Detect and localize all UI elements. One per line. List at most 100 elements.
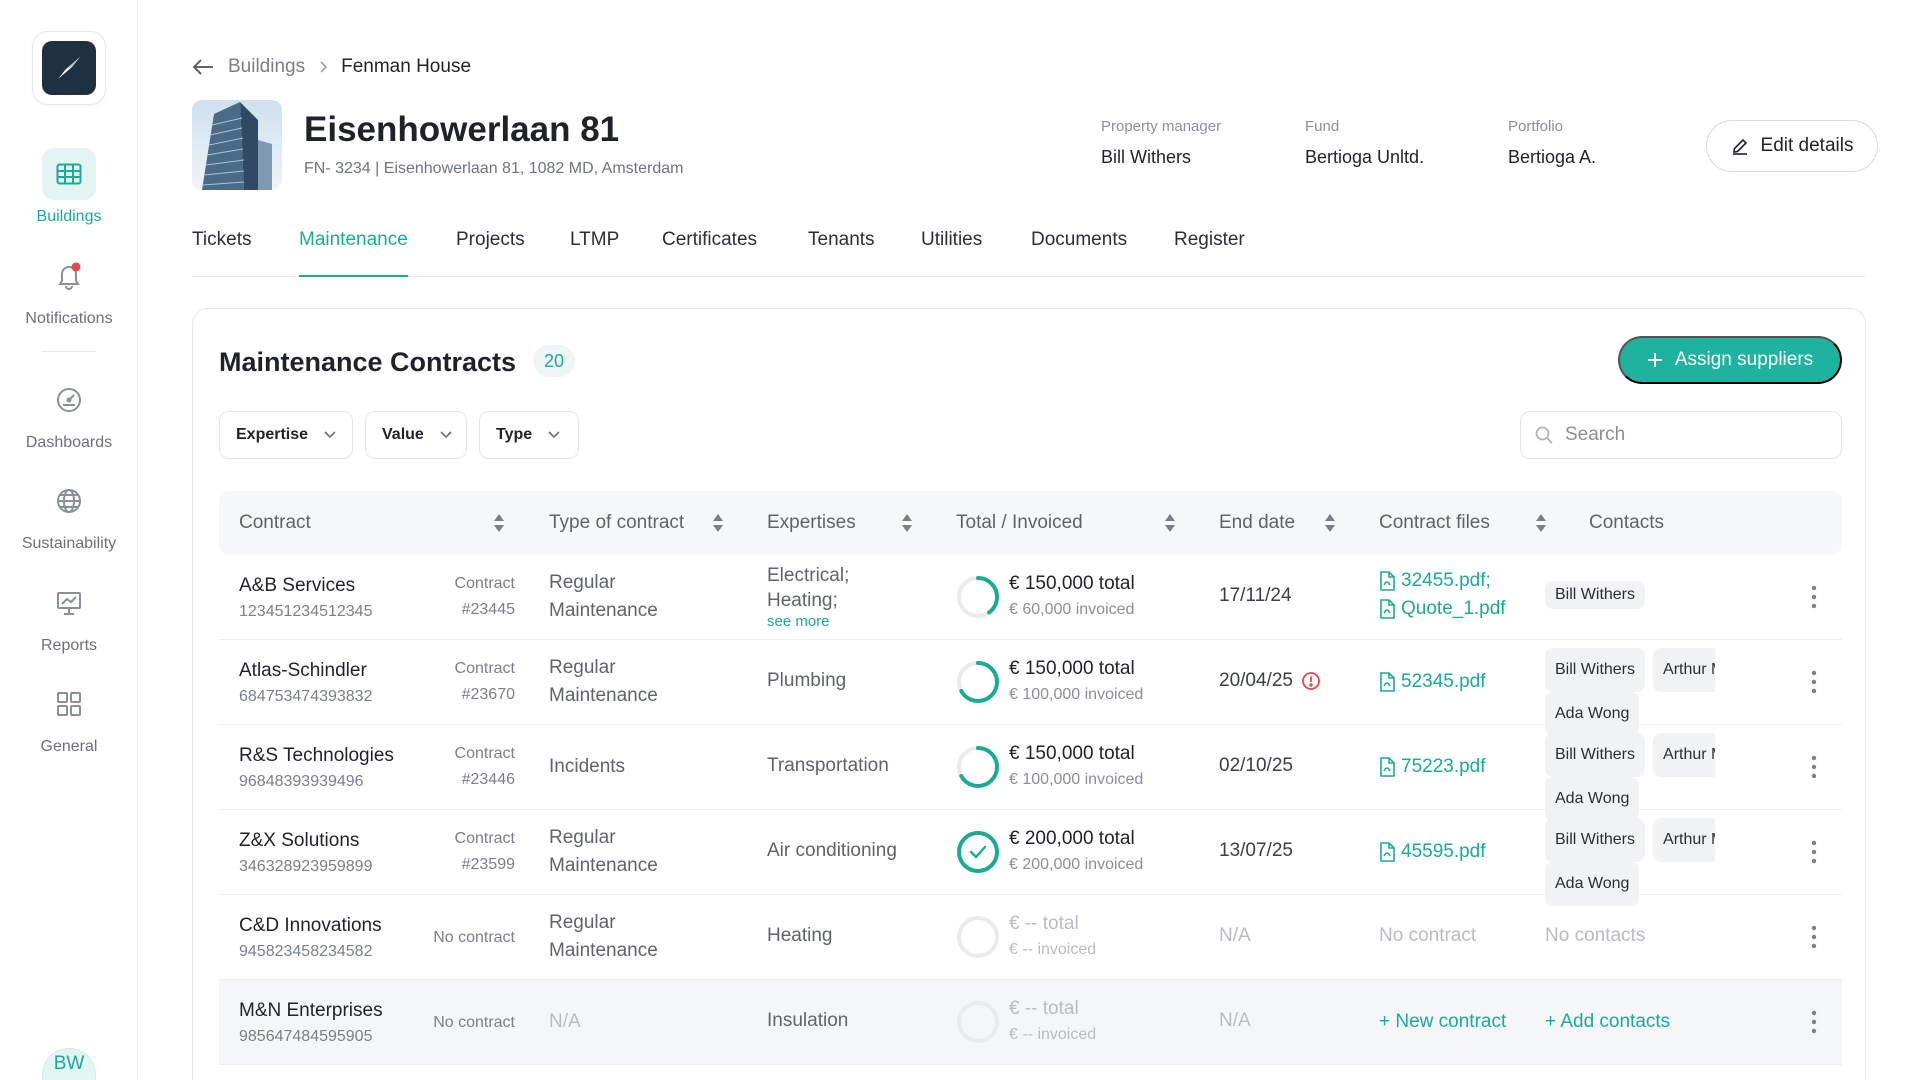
table-row[interactable]: M&N Enterprises 985647484595905 No contr… [219, 980, 1842, 1065]
invoiced-amount: € -- invoiced [1009, 1026, 1097, 1043]
progress-ring [956, 745, 1000, 789]
total-cell: € 200,000 total € 200,000 invoiced [1009, 828, 1143, 874]
contract-ref: No contract [369, 1010, 515, 1036]
new-contract-link[interactable]: + New contract [1379, 1008, 1506, 1036]
tab-projects[interactable]: Projects [456, 229, 525, 277]
sidebar-item-dashboards[interactable]: Dashboards [0, 374, 138, 452]
total-amount: € 150,000 total [1009, 743, 1135, 764]
column-contract[interactable]: Contract [239, 491, 311, 555]
back-arrow-icon[interactable] [192, 58, 214, 76]
column-contract-files[interactable]: Contract files [1379, 491, 1490, 555]
see-more-link[interactable]: see more [767, 613, 849, 631]
end-date: 17/11/24 [1219, 585, 1292, 606]
app-logo[interactable] [32, 31, 106, 105]
add-contacts-link[interactable]: + Add contacts [1545, 1008, 1670, 1036]
filter-type[interactable]: Type [479, 411, 579, 459]
contact-chip[interactable]: Bill Withers [1545, 733, 1646, 777]
tab-register[interactable]: Register [1174, 229, 1245, 277]
invoiced-amount: € 100,000 invoiced [1009, 686, 1144, 703]
sidebar-item-reports[interactable]: Reports [0, 577, 138, 655]
end-date: 20/04/25 [1219, 670, 1293, 691]
contact-chip[interactable]: Arthur M [1653, 648, 1715, 692]
sidebar-item-notifications[interactable]: Notifications [0, 250, 138, 328]
more-options-icon[interactable] [1811, 1010, 1817, 1034]
more-options-icon[interactable] [1811, 585, 1817, 609]
table-row[interactable]: R&S Technologies 96848393939496 Contract… [219, 725, 1842, 821]
table-row[interactable]: Z&X Solutions 346328923959899 Contract #… [219, 810, 1842, 906]
table-row[interactable]: A&B Services 123451234512345 Contract #2… [219, 555, 1842, 640]
tab-utilities[interactable]: Utilities [921, 229, 982, 277]
supplier-name[interactable]: R&S Technologies [239, 745, 394, 767]
tab-maintenance[interactable]: Maintenance [299, 229, 408, 277]
more-options-icon[interactable] [1811, 840, 1817, 864]
tab-ltmp[interactable]: LTMP [570, 229, 619, 277]
filter-value[interactable]: Value [365, 411, 467, 459]
expertises-cell: Heating [767, 925, 833, 947]
column-total-invoiced[interactable]: Total / Invoiced [956, 491, 1083, 555]
contact-chip[interactable]: Bill Withers [1545, 581, 1646, 609]
sort-icon[interactable] [1324, 513, 1336, 533]
contract-files-cell: 75223.pdf [1379, 753, 1486, 781]
search-box[interactable] [1520, 411, 1842, 459]
contract-ref-label: No contract [433, 1014, 515, 1031]
sort-icon[interactable] [1164, 513, 1176, 533]
tab-tenants[interactable]: Tenants [808, 229, 875, 277]
tab-documents[interactable]: Documents [1031, 229, 1127, 277]
invoiced-amount: € 60,000 invoiced [1009, 601, 1135, 618]
sidebar-item-label: Notifications [25, 310, 113, 327]
sort-icon[interactable] [901, 513, 913, 533]
contact-chip[interactable]: Arthur M [1653, 818, 1715, 862]
supplier-name[interactable]: M&N Enterprises [239, 1000, 383, 1022]
assign-suppliers-button[interactable]: Assign suppliers [1618, 336, 1842, 384]
file-link[interactable]: 32455.pdf; [1379, 567, 1506, 595]
search-input[interactable] [1565, 424, 1815, 446]
contract-ref-number: #23446 [461, 771, 515, 788]
contract-type-line1: Regular [549, 827, 616, 848]
supplier-name[interactable]: C&D Innovations [239, 915, 382, 937]
more-options-icon[interactable] [1811, 670, 1817, 694]
sidebar-item-general[interactable]: General [0, 678, 138, 756]
maintenance-contracts-card: Maintenance Contracts 20 Assign supplier… [192, 308, 1866, 1080]
supplier-name[interactable]: Z&X Solutions [239, 830, 372, 852]
file-link[interactable]: 52345.pdf [1379, 668, 1486, 696]
contract-ref: Contract #23445 [419, 571, 515, 623]
edit-details-button[interactable]: Edit details [1706, 120, 1878, 172]
warning-icon[interactable] [1301, 671, 1321, 691]
filter-expertise[interactable]: Expertise [219, 411, 353, 459]
more-options-icon[interactable] [1811, 925, 1817, 949]
compass-logo-icon [42, 41, 96, 95]
sidebar-item-label: General [40, 738, 98, 755]
column-expertises[interactable]: Expertises [767, 491, 856, 555]
contact-chip[interactable]: Bill Withers [1545, 818, 1646, 862]
presentation-chart-icon [42, 577, 96, 629]
sidebar-item-sustainability[interactable]: Sustainability [0, 475, 138, 553]
table-row[interactable]: Atlas-Schindler 684753474393832 Contract… [219, 640, 1842, 736]
column-type-of-contract[interactable]: Type of contract [549, 491, 684, 555]
breadcrumb-parent-link[interactable]: Buildings [228, 56, 305, 78]
contract-type-cell: Regular Maintenance [549, 824, 658, 880]
more-options-icon[interactable] [1811, 755, 1817, 779]
file-link[interactable]: Quote_1.pdf [1379, 595, 1506, 623]
contact-chip[interactable]: Bill Withers [1545, 648, 1646, 692]
file-link[interactable]: 45595.pdf [1379, 838, 1486, 866]
sort-icon[interactable] [493, 513, 505, 533]
user-avatar[interactable]: BW [42, 1048, 96, 1080]
chevron-down-icon [548, 431, 560, 439]
sidebar-divider [42, 351, 96, 352]
invoiced-amount: € -- invoiced [1009, 941, 1097, 958]
sort-icon[interactable] [712, 513, 724, 533]
column-contacts[interactable]: Contacts [1589, 491, 1664, 555]
contacts-cell: Bill WithersArthur M Ada Wong [1545, 648, 1715, 736]
supplier-name[interactable]: A&B Services [239, 575, 372, 597]
sort-icon[interactable] [1535, 513, 1547, 533]
progress-ring [956, 660, 1000, 704]
sidebar-item-buildings[interactable]: Buildings [0, 148, 138, 226]
supplier-name[interactable]: Atlas-Schindler [239, 660, 372, 682]
tab-certificates[interactable]: Certificates [662, 229, 757, 277]
column-end-date[interactable]: End date [1219, 491, 1295, 555]
contact-chip[interactable]: Arthur M [1653, 733, 1715, 777]
tab-tickets[interactable]: Tickets [192, 229, 251, 277]
expertises-cell: Insulation [767, 1010, 848, 1032]
file-link[interactable]: 75223.pdf [1379, 753, 1486, 781]
table-row[interactable]: C&D Innovations 945823458234582 No contr… [219, 895, 1842, 980]
